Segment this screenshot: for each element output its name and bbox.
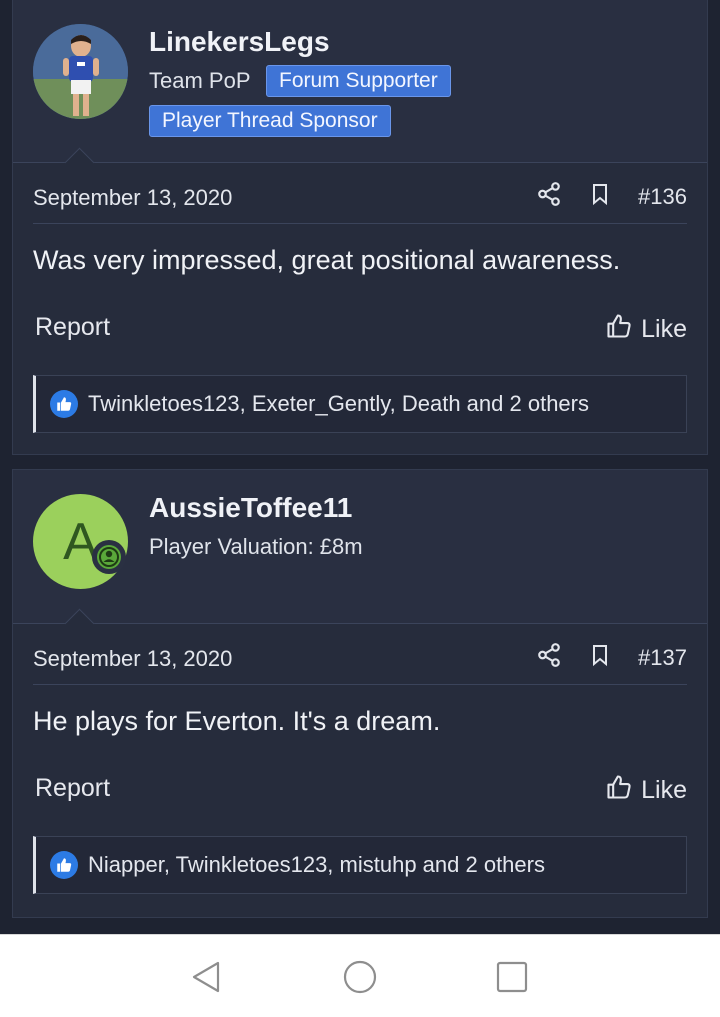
reactions-list[interactable]: Twinkletoes123, Exeter_Gently, Death and… (88, 391, 589, 417)
back-icon[interactable] (188, 959, 224, 995)
thumbs-up-icon (605, 312, 633, 347)
post-meta: September 13, 2020 #136 (33, 163, 687, 224)
post-137: A AussieToffee11 Player Valuation: £8m S… (12, 469, 708, 918)
share-icon[interactable] (536, 181, 562, 212)
like-reaction-icon (50, 390, 78, 418)
post-author-header: A AussieToffee11 Player Valuation: £8m (13, 470, 707, 639)
username[interactable]: LinekersLegs (149, 26, 330, 58)
user-title: Player Valuation: £8m (149, 534, 363, 559)
report-link[interactable]: Report (35, 774, 110, 803)
reactions-list[interactable]: Niapper, Twinkletoes123, mistuhp and 2 o… (88, 852, 545, 878)
reactions-bar[interactable]: Twinkletoes123, Exeter_Gently, Death and… (33, 375, 687, 433)
bookmark-icon[interactable] (588, 181, 612, 212)
user-badge: Forum Supporter (266, 65, 451, 97)
thumbs-up-icon (605, 773, 633, 808)
thread-feed: LinekersLegs Team PoP Forum Supporter Pl… (12, 0, 708, 934)
post-body: Was very impressed, great positional awa… (33, 245, 621, 275)
post-136: LinekersLegs Team PoP Forum Supporter Pl… (12, 0, 708, 455)
user-badge: Player Thread Sponsor (149, 105, 391, 137)
avatar-photo-icon (33, 24, 128, 119)
post-date[interactable]: September 13, 2020 (33, 646, 232, 672)
post-number[interactable]: #137 (638, 645, 687, 671)
post-date[interactable]: September 13, 2020 (33, 185, 232, 211)
system-navigation-bar (0, 934, 720, 1017)
report-link[interactable]: Report (35, 313, 110, 342)
user-title: Team PoP (149, 68, 251, 93)
recents-icon[interactable] (494, 959, 530, 995)
post-meta: September 13, 2020 #137 (33, 624, 687, 685)
like-label: Like (641, 776, 687, 804)
like-button[interactable]: Like (605, 312, 687, 347)
username[interactable]: AussieToffee11 (149, 492, 352, 524)
post-author-header: LinekersLegs Team PoP Forum Supporter Pl… (13, 0, 707, 178)
post-number[interactable]: #136 (638, 184, 687, 210)
post-body: He plays for Everton. It's a dream. (33, 706, 441, 736)
bookmark-icon[interactable] (588, 642, 612, 673)
reactions-bar[interactable]: Niapper, Twinkletoes123, mistuhp and 2 o… (33, 836, 687, 894)
like-label: Like (641, 315, 687, 343)
share-icon[interactable] (536, 642, 562, 673)
home-icon[interactable] (342, 959, 378, 995)
like-reaction-icon (50, 851, 78, 879)
avatar[interactable] (33, 24, 128, 119)
user-online-icon (92, 540, 126, 574)
like-button[interactable]: Like (605, 773, 687, 808)
